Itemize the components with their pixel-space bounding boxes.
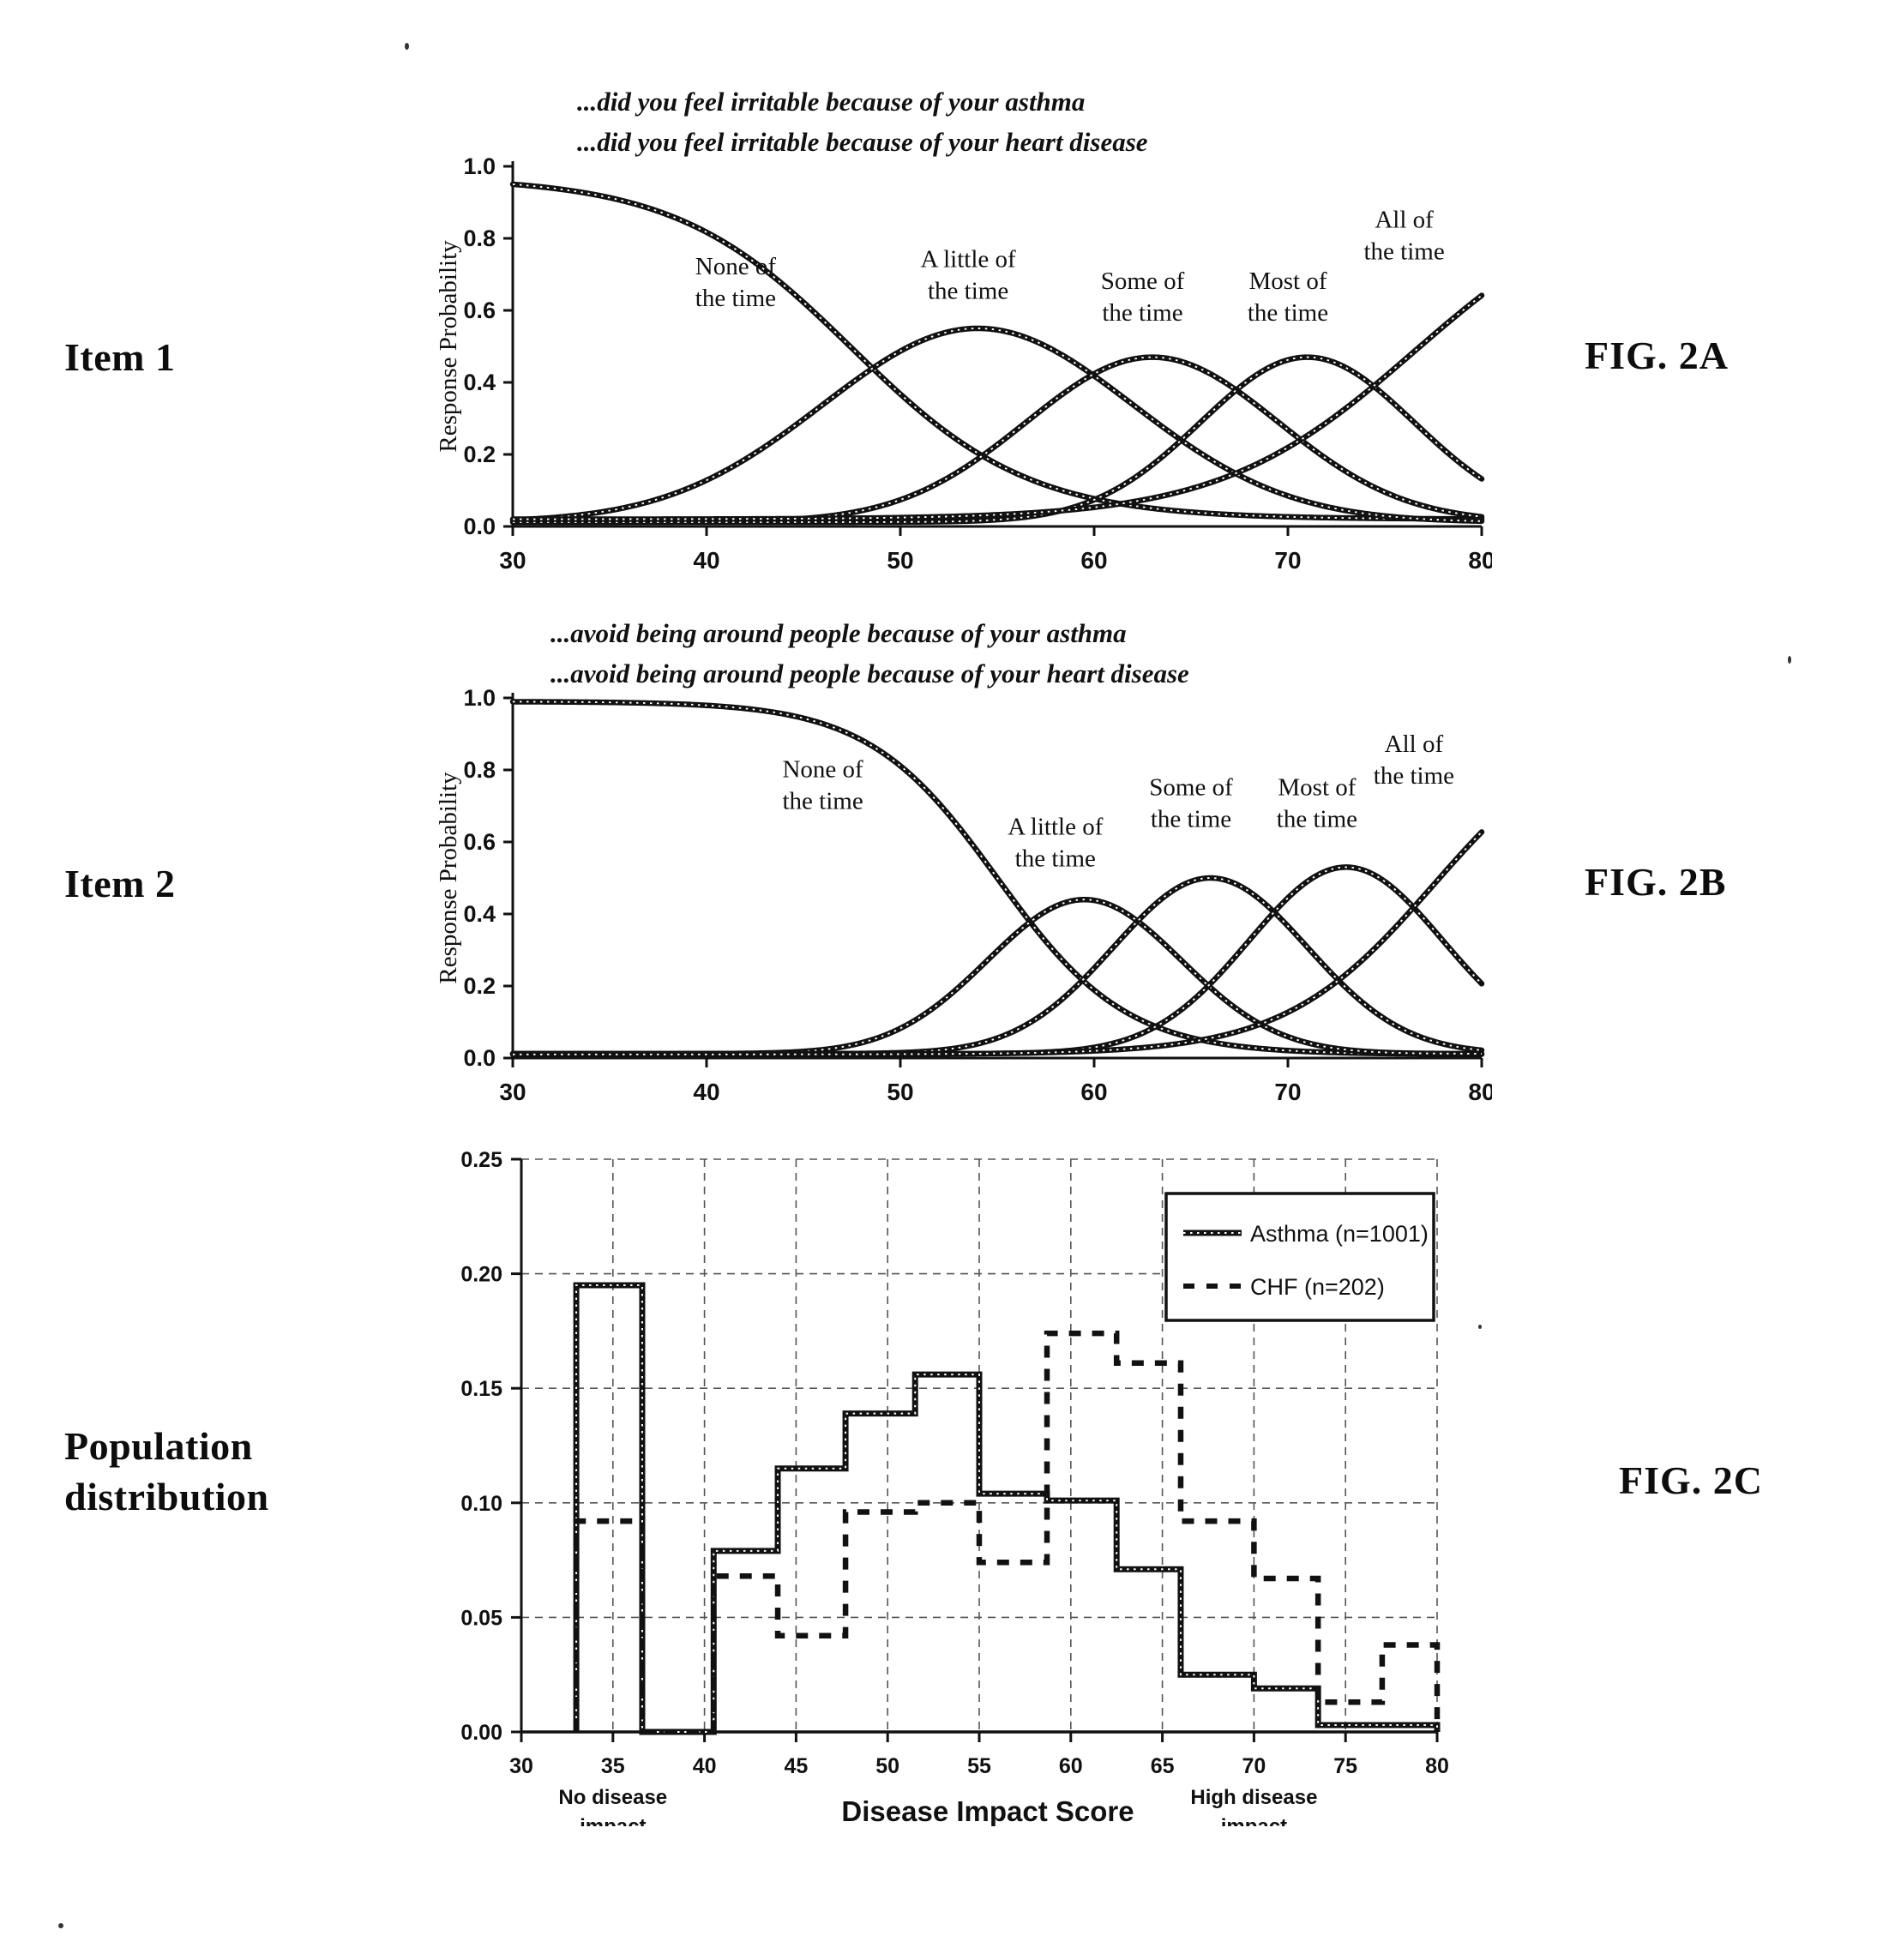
scan-speck [1788,656,1791,664]
svg-text:60: 60 [1080,1079,1107,1105]
curve-annotation-1: A little of [1008,814,1104,841]
row-label-item-1: Item 1 [64,335,176,379]
svg-text:0.0: 0.0 [463,1045,496,1071]
chart-2b-canvas: 0.0 0.2 0.4 0.6 0.8 1.0 30 40 50 60 70 80 Response P… [435,686,1492,1105]
axis-note-1-line1: High disease [1190,1786,1317,1809]
svg-text:0.6: 0.6 [463,829,496,855]
svg-text:80: 80 [1468,547,1492,574]
chart-2a: 0.0 0.2 0.4 0.6 0.8 1.0 30 40 50 60 70 80 Response P… [412,154,1492,583]
svg-text:45: 45 [784,1754,808,1778]
svg-text:the time: the time [695,285,776,312]
axis-note-0-line2: impact [580,1815,646,1826]
svg-text:0.25: 0.25 [460,1148,502,1172]
curve-annotation-0: None of [782,755,863,783]
svg-text:the time: the time [1248,299,1328,327]
svg-text:0.15: 0.15 [460,1377,502,1401]
svg-text:0.8: 0.8 [463,225,496,251]
x-axis-title: Disease Impact Score [841,1795,1134,1826]
curve-annotation-0: None of [695,253,777,280]
fig-label-2a: FIG. 2A [1585,334,1729,377]
chart-2a-canvas: 0.0 0.2 0.4 0.6 0.8 1.0 30 40 50 60 70 80 Response P… [435,154,1492,574]
scan-speck [58,1923,63,1928]
svg-text:70: 70 [1242,1754,1266,1778]
svg-text:40: 40 [693,1754,717,1778]
svg-text:30: 30 [499,1079,526,1105]
svg-text:Response Probability: Response Probability [435,772,462,984]
svg-text:75: 75 [1333,1754,1357,1778]
fig-label-2b: FIG. 2B [1585,860,1727,904]
svg-text:70: 70 [1274,1079,1301,1105]
svg-text:the time: the time [1151,805,1231,833]
svg-text:80: 80 [1425,1754,1449,1778]
svg-text:60: 60 [1059,1754,1083,1778]
svg-text:the time: the time [1374,762,1454,790]
svg-text:the time: the time [1277,805,1357,833]
fig-label-2c: FIG. 2C [1619,1458,1763,1502]
svg-text:0.4: 0.4 [463,370,496,395]
svg-text:0.05: 0.05 [460,1606,502,1630]
curve-annotation-2: Some of [1149,773,1233,801]
curve-annotation-4: All of [1385,730,1444,758]
svg-text:30: 30 [509,1754,533,1778]
curve-annotation-1: A little of [921,246,1017,274]
chart-2b: 0.0 0.2 0.4 0.6 0.8 1.0 30 40 50 60 70 80 Response P… [412,686,1492,1115]
svg-text:0.2: 0.2 [463,442,496,467]
svg-text:0.0: 0.0 [463,514,496,539]
svg-text:Response Probability: Response Probability [435,240,462,453]
svg-text:60: 60 [1080,547,1107,574]
svg-text:0.10: 0.10 [460,1492,502,1516]
svg-text:0.6: 0.6 [463,298,496,323]
svg-text:1.0: 1.0 [463,154,496,179]
svg-text:40: 40 [693,1079,719,1105]
svg-text:1.0: 1.0 [463,686,496,711]
scan-speck [405,43,409,50]
svg-text:the time: the time [1363,237,1444,265]
axis-note-0-line1: No disease [558,1786,667,1809]
curve-annotation-3: Most of [1278,773,1356,801]
svg-text:30: 30 [499,547,526,574]
svg-text:the time: the time [782,787,863,815]
row-label-population-line2: distribution [64,1474,269,1518]
svg-text:0.00: 0.00 [460,1721,502,1745]
curve-annotation-4: All of [1375,206,1434,233]
svg-text:0.4: 0.4 [463,901,496,927]
svg-text:55: 55 [967,1754,991,1778]
legend-label-0: Asthma (n=1001) [1250,1221,1429,1247]
svg-text:0.8: 0.8 [463,757,496,783]
svg-text:the time: the time [1102,299,1182,327]
svg-text:0.2: 0.2 [463,973,496,999]
svg-text:70: 70 [1274,547,1301,574]
svg-text:50: 50 [887,547,913,574]
svg-text:65: 65 [1151,1754,1175,1778]
svg-text:50: 50 [887,1079,913,1105]
curve-annotation-2: Some of [1101,268,1185,295]
svg-text:35: 35 [601,1754,625,1778]
row-label-item-2: Item 2 [64,862,176,905]
row-label-population-line1: Population [64,1424,253,1468]
svg-text:0.20: 0.20 [460,1263,502,1287]
svg-text:50: 50 [875,1754,899,1778]
chart-2c: 0.00 0.05 0.10 0.15 0.20 0.25 30 35 40 45 50 55 60 65… [412,1140,1492,1826]
row-label-population-distribution: Population distribution [64,1422,269,1523]
curve-annotation-3: Most of [1248,268,1327,295]
svg-text:80: 80 [1468,1079,1492,1105]
legend-label-1: CHF (n=202) [1250,1274,1385,1300]
svg-text:40: 40 [693,547,719,574]
chart-2c-canvas: 0.00 0.05 0.10 0.15 0.20 0.25 30 35 40 45 50 55 60 65… [460,1148,1449,1826]
patent-figure-page: Item 1 FIG. 2A ...did you feel irritable… [0,0,1889,1960]
scan-speck [1478,1325,1482,1329]
panel-title-2b-line1: ...avoid being around people because of … [550,618,1127,648]
svg-text:the time: the time [928,278,1008,305]
axis-note-1-line2: impact [1221,1815,1287,1826]
svg-text:the time: the time [1015,845,1096,873]
panel-title-2a-line1: ...did you feel irritable because of you… [577,87,1086,117]
